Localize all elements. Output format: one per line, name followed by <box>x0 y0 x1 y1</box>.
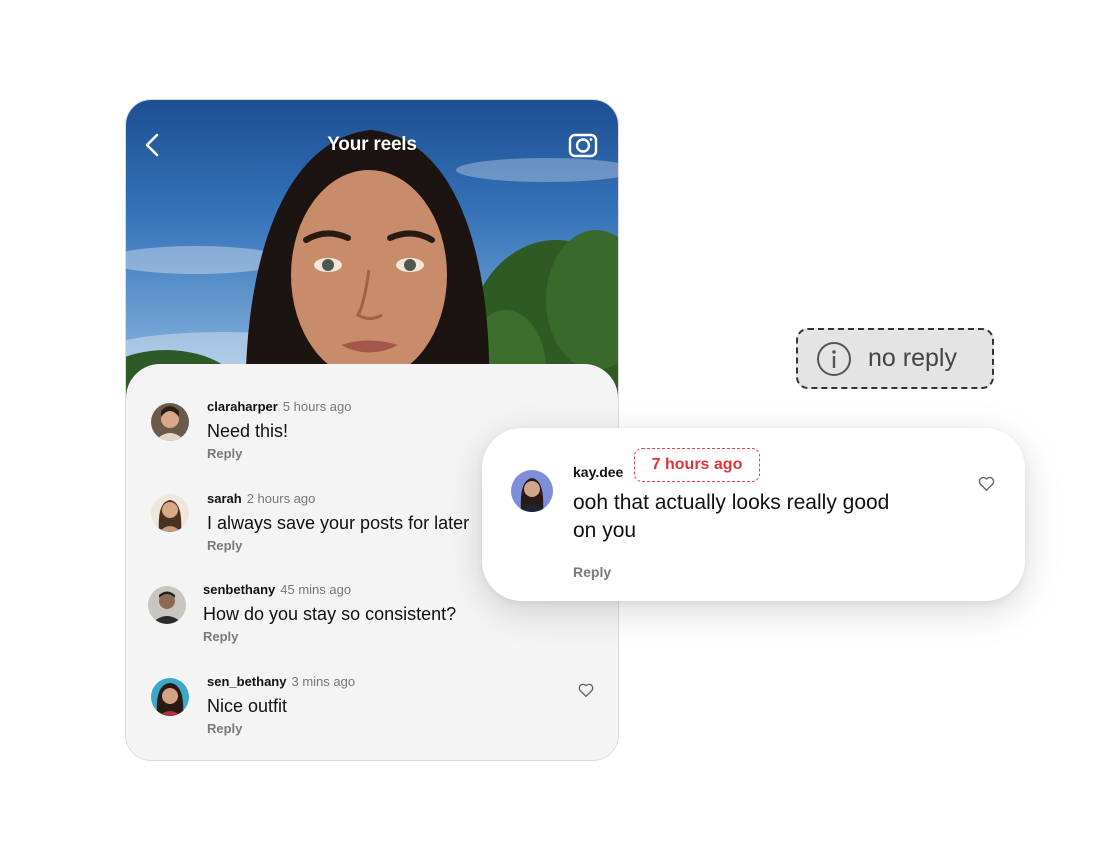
highlighted-time-badge: 7 hours ago <box>634 448 760 482</box>
comment-text: Nice outfit <box>207 696 288 716</box>
comment-username[interactable]: claraharper <box>207 399 278 414</box>
page-title: Your reels <box>327 134 417 155</box>
avatar[interactable] <box>151 494 189 532</box>
info-icon <box>816 341 852 377</box>
comment-username[interactable]: sen_bethany <box>207 674 286 689</box>
no-reply-status: no reply <box>796 328 994 389</box>
reply-button[interactable]: Reply <box>207 721 242 736</box>
avatar[interactable] <box>511 470 553 512</box>
comment-username[interactable]: kay.dee <box>573 464 623 480</box>
comment-time: 45 mins ago <box>280 582 352 597</box>
list-item: sen_bethany 3 mins ago Nice outfit Reply <box>126 669 618 749</box>
reply-button[interactable]: Reply <box>207 446 242 461</box>
heart-icon[interactable] <box>577 681 595 699</box>
comment-text: Need this! <box>207 421 289 441</box>
reply-button[interactable]: Reply <box>203 629 238 644</box>
avatar[interactable] <box>148 586 186 624</box>
reply-button[interactable]: Reply <box>573 564 611 580</box>
reply-button[interactable]: Reply <box>207 538 242 553</box>
avatar[interactable] <box>151 678 189 716</box>
reels-header: Your reels <box>126 100 618 192</box>
comment-text: How do you stay so consistent? <box>203 604 457 624</box>
heart-icon[interactable] <box>977 474 996 493</box>
comment-username[interactable]: senbethany <box>203 582 275 597</box>
comment-time: 2 hours ago <box>246 491 316 506</box>
comment-time: 3 mins ago <box>291 674 356 689</box>
comment-text: ooh that actually looks really good on y… <box>573 491 890 542</box>
comment-username[interactable]: sarah <box>207 491 242 506</box>
avatar[interactable] <box>151 403 189 441</box>
highlighted-comment-card: kay.dee 7 hours ago ooh that actually lo… <box>482 428 1025 601</box>
comment-time: 5 hours ago <box>282 399 352 414</box>
no-reply-label: no reply <box>868 344 957 372</box>
camera-icon[interactable] <box>566 128 600 162</box>
comment-text: I always save your posts for later <box>207 513 470 533</box>
